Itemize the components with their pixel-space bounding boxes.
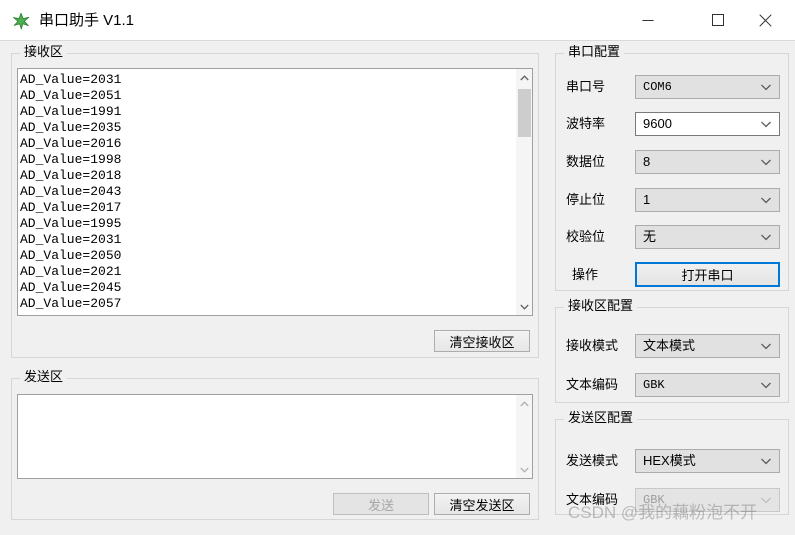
serial-config-group-title: 串口配置 [564, 45, 625, 59]
stop-bits-value: 1 [643, 192, 651, 207]
send-encoding-combo[interactable]: GBK [635, 488, 780, 512]
title-bar: 串口助手 V1.1 [0, 0, 795, 41]
serial-port-combo[interactable]: COM6 [635, 75, 780, 99]
chevron-down-icon [760, 494, 772, 506]
window-title: 串口助手 V1.1 [39, 12, 135, 29]
baud-rate-label: 波特率 [566, 116, 606, 131]
parity-combo[interactable]: 无 [635, 225, 780, 249]
send-config-group-title: 发送区配置 [564, 411, 638, 425]
send-mode-value: HEX模式 [643, 453, 696, 468]
stop-bits-label: 停止位 [566, 192, 606, 207]
receive-mode-combo[interactable]: 文本模式 [635, 334, 780, 358]
chevron-down-icon [760, 194, 772, 206]
send-mode-combo[interactable]: HEX模式 [635, 449, 780, 473]
stop-bits-combo[interactable]: 1 [635, 188, 780, 212]
send-area-group-title: 发送区 [20, 370, 68, 384]
scroll-thumb[interactable] [518, 89, 531, 137]
data-bits-value: 8 [643, 154, 651, 169]
send-textarea[interactable] [17, 394, 533, 479]
parity-label: 校验位 [566, 229, 606, 244]
action-label: 操作 [572, 267, 599, 282]
maximize-icon[interactable] [695, 0, 741, 40]
chevron-down-icon [760, 81, 772, 93]
clear-send-button[interactable]: 清空发送区 [434, 493, 530, 515]
baud-rate-value: 9600 [643, 116, 672, 131]
send-encoding-label: 文本编码 [566, 492, 619, 507]
scroll-down-icon[interactable] [516, 461, 532, 478]
chevron-down-icon [760, 231, 772, 243]
clear-receive-button[interactable]: 清空接收区 [434, 330, 530, 352]
qt-star-icon [11, 11, 31, 31]
serial-port-label: 串口号 [566, 79, 606, 94]
send-scrollbar[interactable] [515, 395, 532, 478]
data-bits-combo[interactable]: 8 [635, 150, 780, 174]
scroll-down-icon[interactable] [516, 298, 532, 315]
receive-config-group-title: 接收区配置 [564, 299, 638, 313]
receive-encoding-value: GBK [643, 378, 665, 392]
chevron-down-icon [760, 340, 772, 352]
send-button[interactable]: 发送 [333, 493, 429, 515]
receive-area-group-title: 接收区 [20, 45, 68, 59]
receive-mode-label: 接收模式 [566, 338, 619, 353]
chevron-down-icon [760, 156, 772, 168]
open-serial-port-button[interactable]: 打开串口 [635, 262, 780, 287]
receive-text-content: AD_Value=2031 AD_Value=2051 AD_Value=199… [20, 72, 122, 311]
send-text-content [20, 398, 514, 476]
chevron-down-icon [760, 379, 772, 391]
receive-mode-value: 文本模式 [643, 338, 696, 353]
serial-port-value: COM6 [643, 80, 672, 94]
receive-scrollbar[interactable] [515, 69, 532, 315]
chevron-down-icon [760, 118, 772, 130]
receive-encoding-label: 文本编码 [566, 377, 619, 392]
data-bits-label: 数据位 [566, 154, 606, 169]
baud-rate-combo[interactable]: 9600 [635, 112, 780, 136]
receive-textarea[interactable]: AD_Value=2031 AD_Value=2051 AD_Value=199… [17, 68, 533, 316]
serial-assistant-window: 串口助手 V1.1 接收区 AD_Value=2031 AD_Value=205… [0, 0, 795, 535]
minimize-icon[interactable] [625, 0, 671, 40]
send-encoding-value: GBK [643, 493, 665, 507]
close-icon[interactable] [742, 0, 788, 40]
chevron-down-icon [760, 455, 772, 467]
send-mode-label: 发送模式 [566, 453, 619, 468]
parity-value: 无 [643, 229, 657, 244]
receive-encoding-combo[interactable]: GBK [635, 373, 780, 397]
scroll-up-icon[interactable] [516, 69, 532, 86]
scroll-up-icon[interactable] [516, 395, 532, 412]
